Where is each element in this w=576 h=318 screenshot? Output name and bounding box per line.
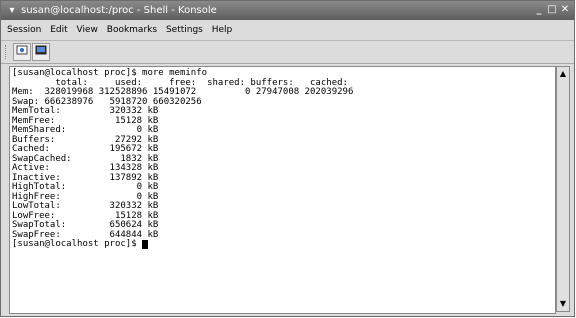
terminal-new-icon-glyph xyxy=(16,45,28,55)
terminal-line: Active: 134328 kB xyxy=(12,163,159,173)
terminal-text: [susan@localhost proc]$ more meminfo tot… xyxy=(10,67,555,252)
terminal-new-icon[interactable] xyxy=(13,43,31,61)
terminal-line: LowFree: 15128 kB xyxy=(12,210,159,221)
menu-edit[interactable]: Edit xyxy=(50,25,67,35)
scrollbar[interactable]: ▲ ▼ xyxy=(556,66,570,312)
terminal-line: Cached: 195672 kB xyxy=(12,144,159,154)
menu-bookmarks[interactable]: Bookmarks xyxy=(107,25,157,35)
maximize-button[interactable]: □ xyxy=(547,5,557,15)
terminal-line: LowTotal: 320332 kB xyxy=(12,201,159,211)
terminal-line: Swap: 666238976 5918720 660320256 xyxy=(12,96,202,107)
toolbar xyxy=(1,41,574,64)
terminal-line: Mem: 328019968 312528896 15491072 0 2794… xyxy=(12,87,354,97)
window-title: susan@localhost:/proc - Shell - Konsole xyxy=(21,5,217,16)
window-menu-icon[interactable]: ▾ xyxy=(5,1,19,20)
terminal-line: [susan@localhost proc]$ more meminfo xyxy=(12,68,208,78)
menu-view[interactable]: View xyxy=(77,25,98,35)
menu-settings[interactable]: Settings xyxy=(166,25,203,35)
terminal-line: HighFree: 0 kB xyxy=(12,191,159,202)
konsole-icon[interactable] xyxy=(32,43,50,61)
close-button[interactable]: ✕ xyxy=(560,5,570,15)
terminal-line: SwapTotal: 650624 kB xyxy=(12,220,159,230)
terminal-line: total: used: free: shared: buffers: cach… xyxy=(12,77,348,88)
terminal-line: MemFree: 15128 kB xyxy=(12,115,159,126)
scroll-up-arrow[interactable]: ▲ xyxy=(558,69,568,79)
menu-bar: Session Edit View Bookmarks Settings Hel… xyxy=(1,20,574,41)
terminal-line: MemTotal: 320332 kB xyxy=(12,106,159,116)
menu-session[interactable]: Session xyxy=(7,25,41,35)
terminal-line: Buffers: 27292 kB xyxy=(12,134,159,145)
terminal-prompt: [susan@localhost proc]$ xyxy=(12,239,143,249)
konsole-window: ▾ susan@localhost:/proc - Shell - Konsol… xyxy=(0,0,575,317)
title-bar[interactable]: ▾ susan@localhost:/proc - Shell - Konsol… xyxy=(1,1,574,20)
menu-help[interactable]: Help xyxy=(212,25,233,35)
terminal-line: HighTotal: 0 kB xyxy=(12,182,159,192)
terminal-line: SwapFree: 644844 kB xyxy=(12,229,159,240)
toolbar-handle[interactable] xyxy=(5,45,9,59)
terminal-line: SwapCached: 1832 kB xyxy=(12,153,159,164)
terminal-line: Inactive: 137892 kB xyxy=(12,172,159,183)
terminal-output[interactable]: [susan@localhost proc]$ more meminfo tot… xyxy=(9,66,556,314)
minimize-button[interactable]: _ xyxy=(534,5,544,15)
konsole-icon-glyph xyxy=(35,45,47,55)
scroll-down-arrow[interactable]: ▼ xyxy=(558,299,568,309)
terminal-cursor xyxy=(142,240,149,249)
terminal-line: MemShared: 0 kB xyxy=(12,125,159,135)
